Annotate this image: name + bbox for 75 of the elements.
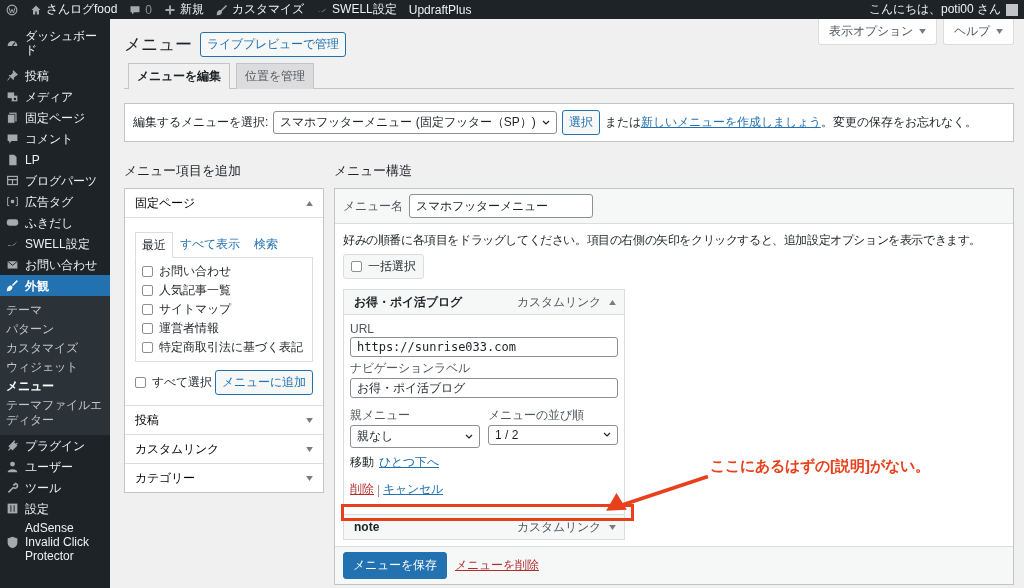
sidebar-item[interactable]: ユーザー <box>0 456 110 477</box>
sidebar-item[interactable]: 設定 <box>0 498 110 519</box>
sidebar-item[interactable]: 投稿 <box>0 65 110 86</box>
greeting[interactable]: こんにちは、poti00 さん <box>868 1 1001 18</box>
section-heading: メニュー構造 <box>334 162 413 180</box>
comment-count[interactable]: 0 <box>145 2 153 17</box>
checkbox-label: 特定商取引法に基づく表記 <box>159 339 303 356</box>
tab[interactable]: 最近 <box>135 232 173 258</box>
save-menu-button[interactable]: メニューを保存 <box>343 552 447 579</box>
sidebar-item[interactable]: ダッシュボード <box>0 27 110 59</box>
select-button[interactable]: 選択 <box>561 110 600 135</box>
delete-link[interactable]: 削除 <box>350 481 374 498</box>
checkbox-label: 運営者情報 <box>159 320 219 337</box>
sidebar-item[interactable]: ふきだし <box>0 212 110 233</box>
checkbox-label: 人気記事一覧 <box>159 282 231 299</box>
toolbar-link[interactable]: カスタマイズ <box>232 1 305 18</box>
submenu-item[interactable]: ウィジェット <box>0 358 110 377</box>
submenu-item[interactable]: メニュー <box>0 377 110 396</box>
sidebar-item[interactable]: 広告タグ <box>0 191 110 212</box>
tab[interactable]: すべて表示 <box>173 232 247 257</box>
sidebar-item[interactable]: 固定ページ <box>0 107 110 128</box>
page-title: メニュー <box>124 34 192 56</box>
screen-meta-button[interactable]: ヘルプ <box>943 19 1014 45</box>
sidebar-item[interactable]: 外観 <box>0 275 110 296</box>
sidebar-item[interactable]: プラグイン <box>0 435 110 456</box>
live-preview-button[interactable]: ライブプレビューで管理 <box>200 32 346 57</box>
submenu-item[interactable]: テーマ <box>0 301 110 320</box>
delete-menu-link[interactable]: メニューを削除 <box>455 557 539 574</box>
toolbar-link[interactable]: 新規 <box>180 1 205 18</box>
tab[interactable]: 位置を管理 <box>236 63 314 89</box>
create-menu-link[interactable]: 新しいメニューを作成しましょう <box>640 115 821 129</box>
menu-item-header[interactable]: お得・ポイ活ブログ カスタムリンク <box>344 290 624 314</box>
checkbox-label: お問い合わせ <box>159 263 231 280</box>
tab[interactable]: メニューを編集 <box>128 63 230 89</box>
sidebar-item[interactable]: コメント <box>0 128 110 149</box>
move-label: 移動 <box>350 454 374 471</box>
field-label: 親メニュー <box>350 407 411 424</box>
section-heading: メニュー項目を追加 <box>124 162 242 180</box>
parent-select[interactable]: 親なし <box>350 425 480 448</box>
sidebar-item[interactable]: SWELL設定 <box>0 233 110 254</box>
field-label: URL <box>350 322 375 336</box>
menu-item-header[interactable]: note カスタムリンク <box>344 515 624 539</box>
menu-name-field[interactable]: スマホフッターメニュー <box>409 194 593 218</box>
url-field[interactable]: https://sunrise033.com <box>350 337 618 357</box>
add-to-menu-button[interactable]: メニューに追加 <box>215 370 313 395</box>
toolbar-link[interactable]: UpdraftPlus <box>408 2 472 17</box>
submenu-item[interactable]: パターン <box>0 320 110 339</box>
order-select[interactable]: 1 / 2 <box>488 425 618 445</box>
sidebar-item[interactable]: LP <box>0 149 110 170</box>
submenu-item[interactable]: テーマファイルエディター <box>0 396 110 430</box>
field-label: メニュー名 <box>343 197 403 215</box>
toolbar-link[interactable]: さんログfood <box>46 1 118 18</box>
menu-select[interactable]: スマホフッターメニュー (固定フッター（SP）) <box>273 111 557 134</box>
instructions: 好みの順番に各項目をドラッグしてください。項目の右側の矢印をクリックすると、追加設定オプションを表示できます。 <box>343 232 982 249</box>
screen-meta-button[interactable]: 表示オプション <box>818 19 937 45</box>
separator: | <box>377 482 381 497</box>
cancel-link[interactable]: キャンセル <box>383 481 444 498</box>
bulk-select-button[interactable]: 一括選択 <box>343 254 424 279</box>
toolbar-link[interactable]: SWELL設定 <box>332 1 397 18</box>
field-label: ナビゲーションラベル <box>350 360 471 377</box>
tab[interactable]: 検索 <box>247 232 285 257</box>
checkbox-label: すべて選択 <box>152 374 212 391</box>
annotation-text: ここにあるはずの[説明]がない。 <box>710 457 930 476</box>
select-label: 編集するメニューを選択: <box>133 114 269 131</box>
sidebar-item[interactable]: ブログパーツ <box>0 170 110 191</box>
move-down-link[interactable]: ひとつ下へ <box>379 454 439 471</box>
field-label: メニューの並び順 <box>488 407 585 424</box>
submenu-item[interactable]: カスタマイズ <box>0 339 110 358</box>
navigation-label-field[interactable]: お得・ポイ活ブログ <box>350 378 618 398</box>
checkbox-label: サイトマップ <box>159 301 231 318</box>
sidebar-item[interactable]: ツール <box>0 477 110 498</box>
select-hint: または新しいメニューを作成しましょう。変更の保存をお忘れなく。 <box>604 114 977 131</box>
sidebar-item[interactable]: メディア <box>0 86 110 107</box>
sidebar-item[interactable]: AdSense Invalid Click Protector <box>0 519 110 565</box>
sidebar-item[interactable]: お問い合わせ <box>0 254 110 275</box>
